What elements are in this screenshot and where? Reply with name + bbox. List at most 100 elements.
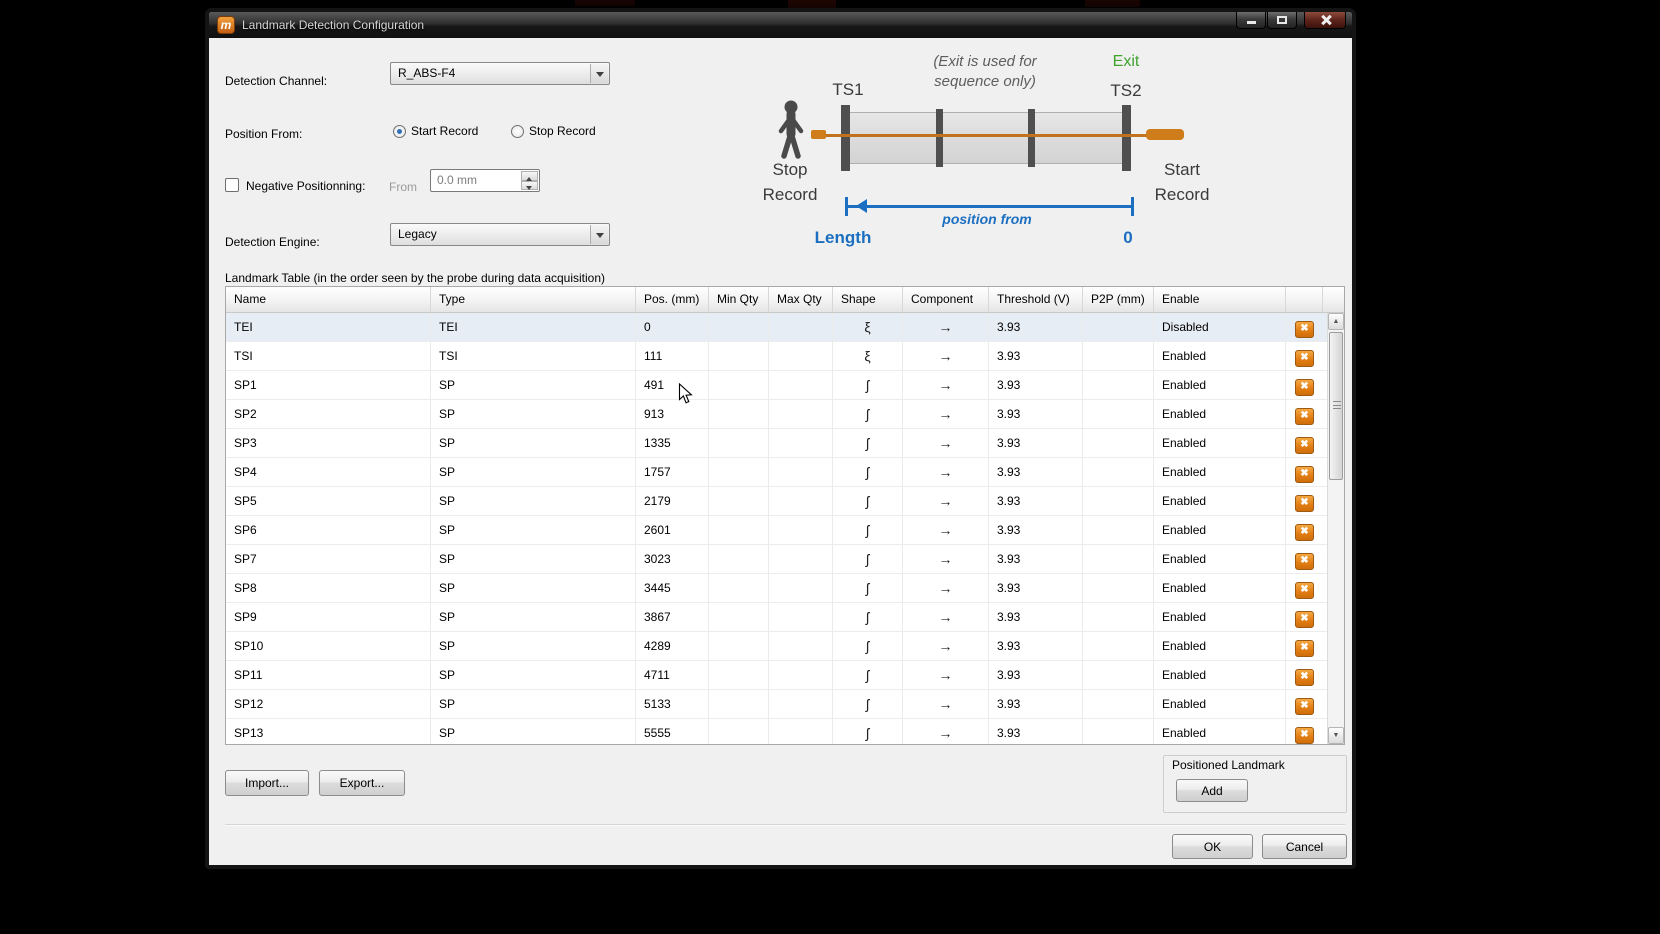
spin-up-button[interactable] — [521, 171, 538, 181]
component-arrow-icon: → — [903, 516, 989, 544]
delete-row-button[interactable]: ✖ — [1295, 610, 1314, 628]
delete-row-button[interactable]: ✖ — [1295, 407, 1314, 425]
delete-row-button[interactable]: ✖ — [1295, 378, 1314, 396]
support-bar — [936, 109, 943, 167]
cell-pos: 5133 — [636, 690, 709, 718]
scroll-down-button[interactable]: ▼ — [1328, 727, 1344, 744]
table-row[interactable]: TEI TEI 0 ξ → 3.93 Disabled ✖ — [226, 313, 1327, 342]
delete-row-button[interactable]: ✖ — [1295, 349, 1314, 367]
table-scrollbar[interactable]: ▲ ▼ — [1327, 313, 1344, 744]
table-row[interactable]: SP4 SP 1757 ʃ → 3.93 Enabled ✖ — [226, 458, 1327, 487]
component-arrow-icon: → — [903, 313, 989, 341]
table-row[interactable]: SP12 SP 5133 ʃ → 3.93 Enabled ✖ — [226, 690, 1327, 719]
radio-stop-record[interactable]: Stop Record — [511, 124, 596, 138]
delete-row-button[interactable]: ✖ — [1295, 726, 1314, 744]
scrollbar-thumb[interactable] — [1329, 332, 1343, 480]
cell-name: SP8 — [226, 574, 431, 602]
delete-row-button[interactable]: ✖ — [1295, 697, 1314, 715]
cell-type: SP — [431, 545, 636, 573]
table-row[interactable]: TSI TSI 111 ξ → 3.93 Enabled ✖ — [226, 342, 1327, 371]
radio-start-record[interactable]: Start Record — [393, 124, 478, 138]
cell-threshold: 3.93 — [989, 516, 1083, 544]
cell-type: TEI — [431, 313, 636, 341]
add-button[interactable]: Add — [1176, 779, 1248, 802]
cell-p2p — [1083, 342, 1154, 370]
detection-channel-select[interactable]: R_ABS-F4 — [390, 62, 610, 85]
table-row[interactable]: SP13 SP 5555 ʃ → 3.93 Enabled ✖ — [226, 719, 1327, 744]
table-row[interactable]: SP10 SP 4289 ʃ → 3.93 Enabled ✖ — [226, 632, 1327, 661]
ok-button[interactable]: OK — [1172, 834, 1253, 859]
cell-p2p — [1083, 487, 1154, 515]
cell-min-qty — [709, 342, 769, 370]
cell-pos: 3445 — [636, 574, 709, 602]
column-header-min-qty[interactable]: Min Qty — [709, 287, 769, 312]
delete-row-button[interactable]: ✖ — [1295, 639, 1314, 657]
table-row[interactable]: SP7 SP 3023 ʃ → 3.93 Enabled ✖ — [226, 545, 1327, 574]
column-header-max-qty[interactable]: Max Qty — [769, 287, 833, 312]
column-header-p2p-mm[interactable]: P2P (mm) — [1083, 287, 1154, 312]
delete-row-button[interactable]: ✖ — [1295, 320, 1314, 338]
cell-type: SP — [431, 516, 636, 544]
column-header-component[interactable]: Component — [903, 287, 989, 312]
window-title: Landmark Detection Configuration — [242, 18, 425, 32]
cell-p2p — [1083, 661, 1154, 689]
column-header-shape[interactable]: Shape — [833, 287, 903, 312]
cell-max-qty — [769, 719, 833, 744]
cancel-button[interactable]: Cancel — [1262, 834, 1347, 859]
column-header-actions[interactable] — [1286, 287, 1323, 312]
cell-pos: 3023 — [636, 545, 709, 573]
column-header-threshold-v[interactable]: Threshold (V) — [989, 287, 1083, 312]
column-header-name[interactable]: Name — [226, 287, 431, 312]
spin-down-button[interactable] — [521, 180, 538, 190]
shape-glyph-icon: ʃ — [833, 603, 903, 631]
radio-start-record-label: Start Record — [411, 124, 479, 138]
delete-row-button[interactable]: ✖ — [1295, 465, 1314, 483]
table-row[interactable]: SP1 SP 491 ʃ → 3.93 Enabled ✖ — [226, 371, 1327, 400]
delete-row-button[interactable]: ✖ — [1295, 436, 1314, 454]
chevron-down-icon — [595, 233, 604, 242]
radio-stop-record-label: Stop Record — [529, 124, 596, 138]
cell-max-qty — [769, 342, 833, 370]
ts1-bar — [841, 105, 850, 171]
negative-positioning-checkbox[interactable] — [225, 178, 239, 192]
maximize-button[interactable] — [1267, 12, 1297, 29]
minimize-button[interactable] — [1236, 12, 1266, 29]
delete-row-button[interactable]: ✖ — [1295, 581, 1314, 599]
table-row[interactable]: SP6 SP 2601 ʃ → 3.93 Enabled ✖ — [226, 516, 1327, 545]
column-header-pos-mm[interactable]: Pos. (mm) — [636, 287, 709, 312]
close-button[interactable] — [1304, 12, 1346, 29]
cell-max-qty — [769, 603, 833, 631]
table-row[interactable]: SP3 SP 1335 ʃ → 3.93 Enabled ✖ — [226, 429, 1327, 458]
table-row[interactable]: SP2 SP 913 ʃ → 3.93 Enabled ✖ — [226, 400, 1327, 429]
cell-pos: 491 — [636, 371, 709, 399]
negative-position-input[interactable]: 0.0 mm — [430, 169, 540, 192]
table-row[interactable]: SP11 SP 4711 ʃ → 3.93 Enabled ✖ — [226, 661, 1327, 690]
column-header-enable[interactable]: Enable — [1154, 287, 1286, 312]
cell-type: SP — [431, 429, 636, 457]
delete-row-button[interactable]: ✖ — [1295, 552, 1314, 570]
delete-row-button[interactable]: ✖ — [1295, 494, 1314, 512]
close-icon — [1321, 15, 1331, 25]
cell-threshold: 3.93 — [989, 545, 1083, 573]
titlebar[interactable]: m Landmark Detection Configuration — [209, 12, 1352, 38]
cell-type: SP — [431, 371, 636, 399]
table-row[interactable]: SP9 SP 3867 ʃ → 3.93 Enabled ✖ — [226, 603, 1327, 632]
import-button[interactable]: Import... — [225, 770, 309, 796]
detection-engine-select[interactable]: Legacy — [390, 223, 610, 246]
component-arrow-icon: → — [903, 487, 989, 515]
column-header-type[interactable]: Type — [431, 287, 636, 312]
cell-min-qty — [709, 690, 769, 718]
scroll-up-button[interactable]: ▲ — [1328, 313, 1344, 330]
export-button[interactable]: Export... — [319, 770, 405, 796]
cell-threshold: 3.93 — [989, 661, 1083, 689]
table-row[interactable]: SP8 SP 3445 ʃ → 3.93 Enabled ✖ — [226, 574, 1327, 603]
radio-icon — [393, 124, 406, 138]
cell-min-qty — [709, 603, 769, 631]
ts2-bar — [1122, 105, 1131, 171]
cell-p2p — [1083, 516, 1154, 544]
delete-row-button[interactable]: ✖ — [1295, 668, 1314, 686]
cell-pos: 913 — [636, 400, 709, 428]
length-label: Length — [814, 228, 872, 247]
table-row[interactable]: SP5 SP 2179 ʃ → 3.93 Enabled ✖ — [226, 487, 1327, 516]
delete-row-button[interactable]: ✖ — [1295, 523, 1314, 541]
